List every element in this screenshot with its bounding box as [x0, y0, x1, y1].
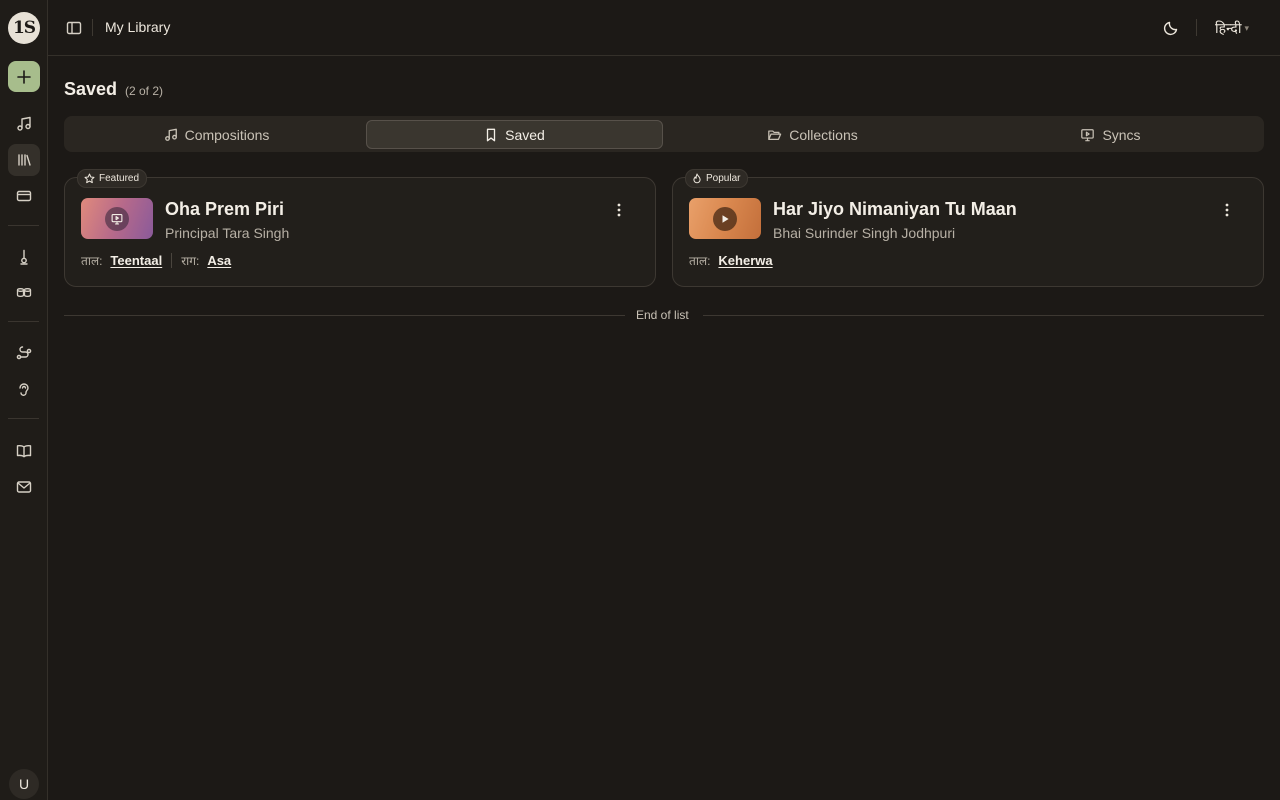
- tab-label: Saved: [505, 126, 545, 143]
- taal-label: ताल:: [689, 254, 711, 268]
- composition-thumbnail[interactable]: [689, 198, 761, 239]
- music-note-icon: [164, 128, 177, 141]
- composition-card[interactable]: Popular Har Jiyo Nimaniyan Tu Maan Bhai …: [672, 169, 1264, 287]
- rail-divider: [8, 321, 39, 322]
- user-avatar[interactable]: U: [9, 769, 39, 799]
- taal-link[interactable]: Teentaal: [110, 253, 162, 268]
- sidebar-icon: [66, 21, 82, 35]
- monitor-play-icon: [105, 206, 129, 231]
- language-select[interactable]: हिन्दी ▾: [1207, 13, 1263, 43]
- taal-link[interactable]: Keherwa: [718, 253, 772, 268]
- route-icon: [16, 346, 32, 360]
- mail-icon: [16, 481, 32, 493]
- rail-item-docs[interactable]: [8, 435, 40, 467]
- tab-label: Collections: [789, 126, 858, 143]
- meta-divider: [171, 253, 173, 268]
- composition-title[interactable]: Har Jiyo Nimaniyan Tu Maan: [773, 199, 1017, 220]
- breadcrumb: My Library: [105, 19, 171, 35]
- sidebar-toggle-button[interactable]: [64, 18, 84, 38]
- language-label: हिन्दी: [1215, 19, 1242, 36]
- ear-icon: [19, 383, 29, 396]
- composition-meta: ताल: Keherwa: [689, 252, 773, 269]
- tab-label: Syncs: [1102, 126, 1141, 143]
- tab-collections[interactable]: Collections: [664, 120, 961, 149]
- rail-item-ear-training[interactable]: [8, 374, 40, 406]
- library-tabs: Compositions Saved Collections Syncs: [64, 116, 1264, 152]
- plus-icon: [17, 69, 31, 84]
- tuner-icon: [20, 249, 28, 265]
- tab-syncs[interactable]: Syncs: [962, 120, 1259, 149]
- theme-toggle-button[interactable]: [1161, 18, 1181, 38]
- end-of-list-label: End of list: [636, 308, 689, 322]
- badge-label: Featured: [99, 173, 140, 184]
- composition-title[interactable]: Oha Prem Piri: [165, 199, 284, 220]
- bookmark-icon: [486, 128, 496, 141]
- chevron-down-icon: ▾: [1244, 22, 1249, 33]
- rail-item-library[interactable]: [8, 144, 40, 176]
- music-note-icon: [17, 116, 31, 131]
- composition-artist: Principal Tara Singh: [165, 225, 290, 241]
- credit-card-icon: [16, 190, 32, 202]
- left-rail: 1S U: [0, 0, 48, 800]
- play-icon: [713, 206, 737, 231]
- topbar-divider: [1196, 19, 1197, 36]
- more-options-button[interactable]: [1217, 200, 1237, 220]
- page-title: Saved: [64, 79, 118, 99]
- composition-card[interactable]: Featured Oha Prem Piri Principal Tara Si…: [64, 169, 656, 287]
- rail-item-sync[interactable]: [8, 338, 40, 370]
- featured-badge: Featured: [77, 169, 148, 188]
- moon-icon: [1163, 21, 1178, 36]
- end-of-list-divider: [703, 315, 1264, 316]
- taal-label: ताल:: [81, 254, 103, 268]
- star-icon: [84, 173, 95, 184]
- rail-item-tuner[interactable]: [8, 241, 40, 273]
- app-logo[interactable]: 1S: [8, 12, 40, 44]
- rail-item-billing[interactable]: [8, 180, 40, 212]
- badge-label: Popular: [706, 173, 741, 184]
- library-icon: [18, 154, 31, 166]
- rail-divider: [8, 418, 39, 419]
- rail-item-tabla[interactable]: [8, 277, 40, 309]
- flame-icon: [693, 173, 701, 184]
- book-icon: [16, 444, 32, 458]
- drums-icon: [16, 288, 32, 298]
- new-composition-button[interactable]: [8, 61, 40, 92]
- tab-label: Compositions: [184, 126, 270, 143]
- more-options-button[interactable]: [609, 200, 629, 220]
- raag-label: राग:: [181, 254, 200, 268]
- tab-saved[interactable]: Saved: [366, 120, 663, 149]
- raag-link[interactable]: Asa: [207, 253, 231, 268]
- composition-artist: Bhai Surinder Singh Jodhpuri: [773, 225, 956, 241]
- kebab-menu-icon: [617, 203, 621, 217]
- rail-item-contact[interactable]: [8, 471, 40, 503]
- composition-thumbnail[interactable]: [81, 198, 153, 239]
- folder-open-icon: [768, 129, 782, 140]
- item-count: (2 of 2): [125, 84, 164, 98]
- monitor-play-icon: [1081, 128, 1095, 141]
- popular-badge: Popular: [685, 169, 749, 188]
- top-bar: My Library हिन्दी ▾: [48, 0, 1280, 56]
- composition-meta: ताल: Teentaal राग: Asa: [81, 252, 231, 269]
- rail-divider: [8, 225, 39, 226]
- kebab-menu-icon: [1225, 203, 1229, 217]
- topbar-divider: [92, 19, 93, 36]
- rail-item-compositions[interactable]: [8, 108, 40, 140]
- tab-compositions[interactable]: Compositions: [68, 120, 365, 149]
- end-of-list-divider: [64, 315, 625, 316]
